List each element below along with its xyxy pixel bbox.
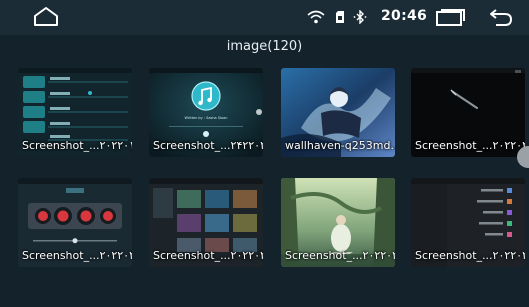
music-subtitle: Written by : Sasha Sloan [184,116,227,120]
image-tile[interactable]: Screenshot_...۲۰۲۲۰۲۲۱ [281,178,395,267]
image-caption: Screenshot_...۲۴۲۲۰۲۲۱ [153,139,263,152]
status-bar: 20:46 [0,0,529,35]
image-grid: Screenshot_...۲۰۲۲۰۱۲۱ Written by : Sash… [0,62,529,307]
home-icon[interactable] [32,6,60,28]
image-caption: Screenshot_...۲۰۲۲۰۲۲۱ [22,249,132,262]
back-icon[interactable] [488,7,514,27]
image-caption: Screenshot_...۲۰۲۲۰۲۲۱ [415,249,525,262]
bluetooth-icon [353,10,367,24]
recent-apps-icon[interactable] [436,9,466,26]
image-tile[interactable]: Screenshot_...۲۰۲۲۰۲۲۱ [411,178,525,267]
image-caption: Screenshot_...۲۰۲۲۰۲۲۱ [153,249,263,262]
sd-card-icon [336,11,344,23]
image-caption: Screenshot_...۲۰۲۲۰۲۲۱ [415,139,525,152]
image-caption: Screenshot_...۲۰۲۲۰۱۲۱ [22,139,132,152]
album-title: image(120) [226,39,303,54]
image-caption: Screenshot_...۲۰۲۲۰۲۲۱ [285,249,395,262]
wifi-icon [307,10,325,24]
image-tile[interactable]: Screenshot_...۲۰۲۲۰۲۲۱ [411,68,525,157]
image-tile[interactable]: Written by : Sasha Sloan Screenshot_...۲… [149,68,263,157]
image-tile[interactable]: Screenshot_...۲۰۲۲۰۲۲۱ [18,178,132,267]
clock: 20:46 [381,8,428,24]
image-tile[interactable]: Screenshot_...۲۰۲۲۰۱۲۱ [18,68,132,157]
image-caption: wallhaven-q253md... [285,139,395,152]
image-tile[interactable]: wallhaven-q253md... [281,68,395,157]
image-tile[interactable]: Screenshot_...۲۰۲۲۰۲۲۱ [149,178,263,267]
